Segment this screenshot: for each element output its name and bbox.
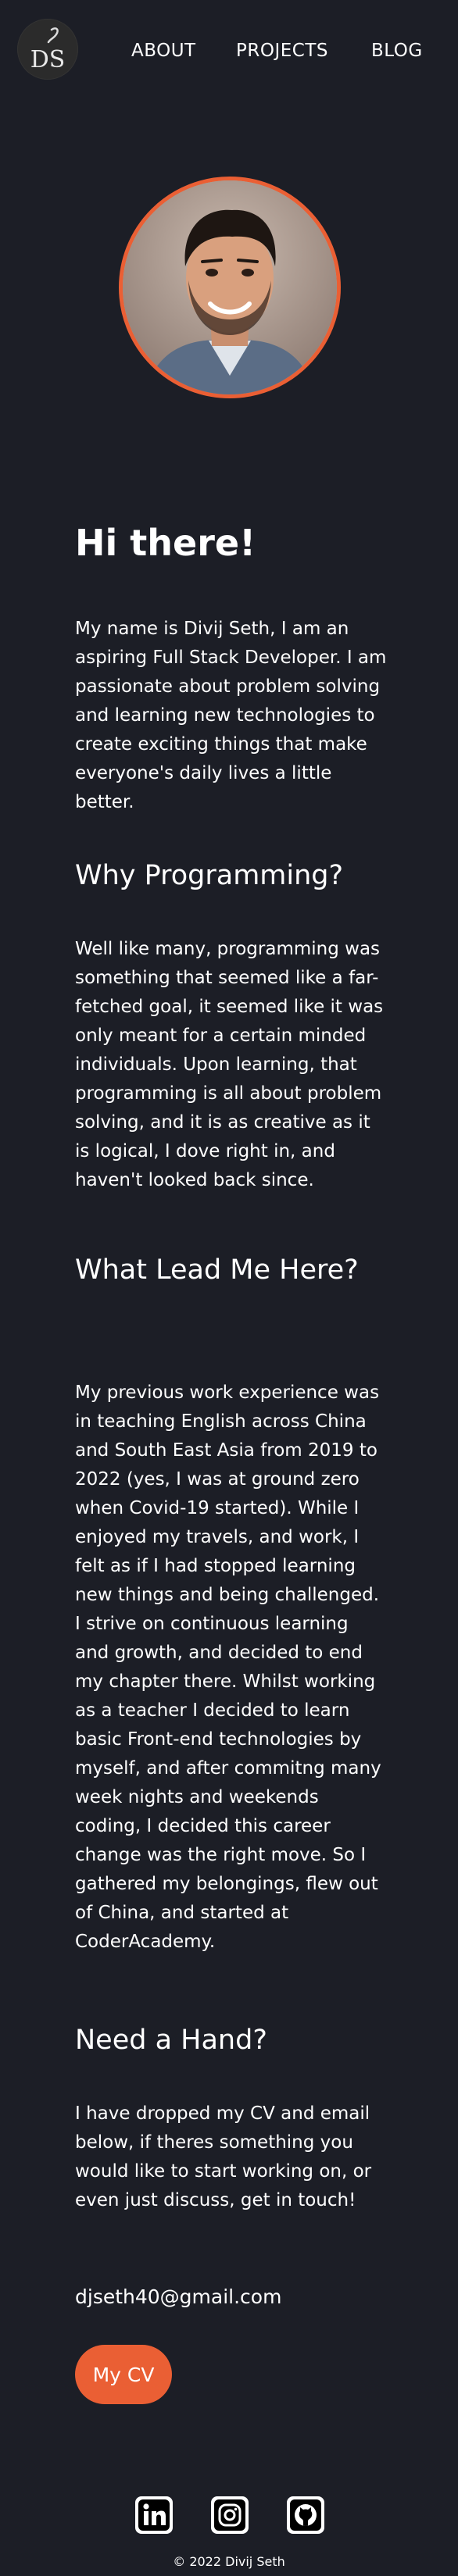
why-text: Well like many, programming was somethin… xyxy=(75,939,384,1190)
linkedin-icon xyxy=(138,2499,170,2531)
linkedin-link[interactable] xyxy=(135,2496,173,2534)
intro-heading: Hi there! xyxy=(75,522,256,564)
lead-section: What Lead Me Here? xyxy=(75,1254,388,1286)
profile-photo xyxy=(119,177,341,398)
lead-heading: What Lead Me Here? xyxy=(75,1254,359,1286)
site-logo[interactable]: DS xyxy=(17,19,78,80)
hand-section: Need a Hand? xyxy=(75,2024,388,2057)
profile-portrait xyxy=(123,180,337,394)
github-icon xyxy=(290,2499,321,2531)
hand-text: I have dropped my CV and email below, if… xyxy=(75,2103,372,2210)
why-heading: Why Programming? xyxy=(75,860,344,891)
nav-projects-link[interactable]: PROJECTS xyxy=(236,41,328,61)
hand-heading: Need a Hand? xyxy=(75,2025,267,2056)
nav-about-link[interactable]: ABOUT xyxy=(131,41,196,61)
lead-text-block: My previous work experience was in teach… xyxy=(75,1379,388,1957)
instagram-link[interactable] xyxy=(211,2496,249,2534)
intro-text-block: My name is Divij Seth, I am an aspiring … xyxy=(75,615,388,817)
instagram-icon xyxy=(214,2499,245,2531)
footer-copyright: © 2022 Divij Seth xyxy=(173,2554,285,2569)
intro-section: Hi there! xyxy=(75,522,388,565)
site-header: DS ABOUT PROJECTS BLOG xyxy=(0,0,458,103)
contact-email[interactable]: djseth40@gmail.com xyxy=(75,2285,388,2308)
why-section: Why Programming? xyxy=(75,859,388,892)
github-link[interactable] xyxy=(287,2496,324,2534)
lead-text: My previous work experience was in teach… xyxy=(75,1383,381,1952)
logo-text: DS xyxy=(30,46,66,73)
logo-mark: DS xyxy=(18,20,77,79)
intro-text: My name is Divij Seth, I am an aspiring … xyxy=(75,619,387,812)
why-text-block: Well like many, programming was somethin… xyxy=(75,935,388,1195)
cv-button[interactable]: My CV xyxy=(75,2345,172,2404)
nav-blog-link[interactable]: BLOG xyxy=(371,41,423,61)
hand-text-block: I have dropped my CV and email below, if… xyxy=(75,2100,388,2215)
